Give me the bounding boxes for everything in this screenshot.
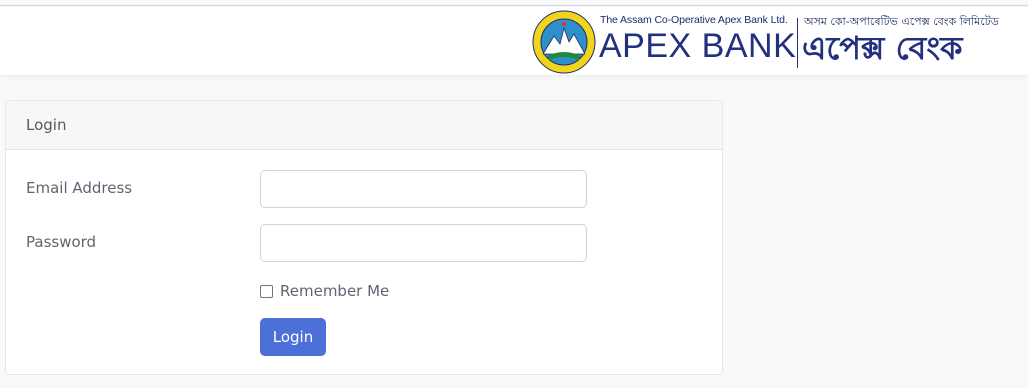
- password-label: Password: [26, 233, 97, 251]
- bank-seal-icon: [532, 10, 596, 74]
- bank-name-english-small: The Assam Co-Operative Apex Bank Ltd.: [600, 14, 788, 26]
- bank-logo[interactable]: The Assam Co-Operative Apex Bank Ltd. AP…: [532, 10, 1028, 74]
- login-button[interactable]: Login: [260, 318, 326, 356]
- card-title: Login: [6, 101, 722, 150]
- password-field[interactable]: [260, 224, 587, 262]
- logo-divider: [797, 18, 798, 68]
- header-bar: The Assam Co-Operative Apex Bank Ltd. AP…: [0, 7, 1028, 75]
- bank-name-assamese: এপেক্স বেংক: [802, 29, 963, 67]
- email-field[interactable]: [260, 170, 587, 208]
- email-label: Email Address: [26, 179, 133, 197]
- remember-me-label[interactable]: Remember Me: [280, 282, 389, 300]
- remember-me-checkbox[interactable]: [260, 284, 273, 298]
- login-card: Login Email Address Password Remember Me…: [5, 100, 723, 375]
- top-border: [0, 5, 1028, 6]
- bank-name-english: APEX BANK: [599, 27, 797, 65]
- remember-me-row[interactable]: Remember Me: [260, 281, 389, 301]
